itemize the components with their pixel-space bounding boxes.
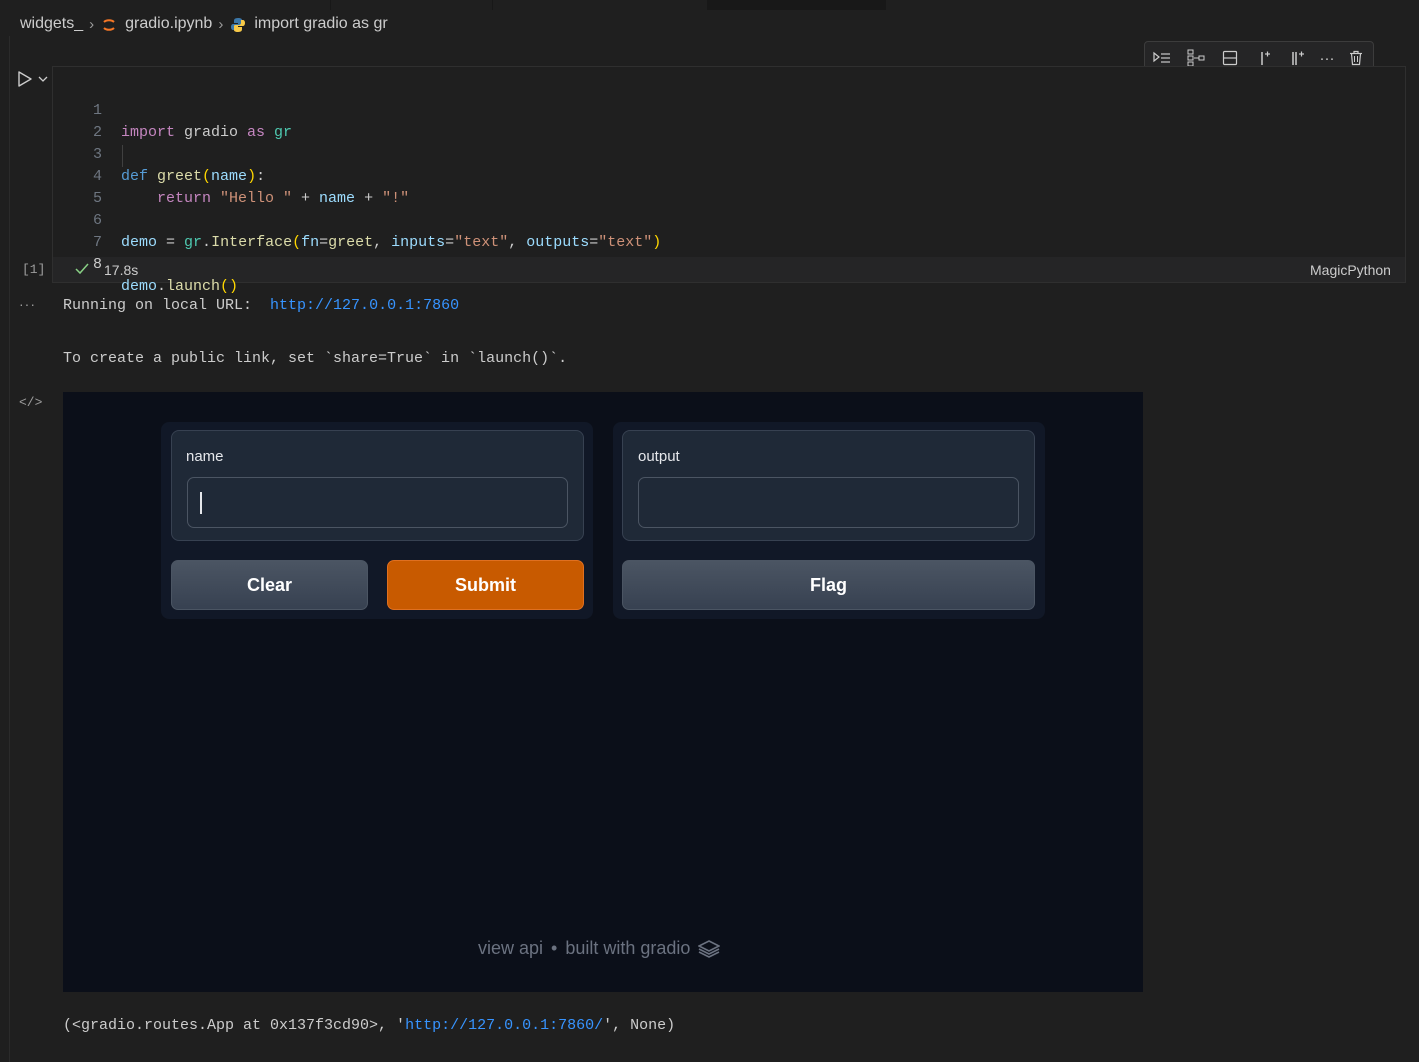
trash-icon[interactable] xyxy=(1346,48,1366,68)
breadcrumb: widgets_ › gradio.ipynb › import gradio … xyxy=(20,13,388,35)
name-label: name xyxy=(186,448,224,465)
check-icon xyxy=(74,262,90,276)
code-line: 5 xyxy=(53,166,1405,207)
breadcrumb-file[interactable]: gradio.ipynb xyxy=(125,15,212,33)
code-editor[interactable]: 1 import gradio as gr 2 3 def greet(name… xyxy=(53,67,1405,295)
code-line: 7 xyxy=(53,210,1405,251)
gradio-footer: view api • built with gradio xyxy=(478,938,722,959)
output-text-prefix: Running on local URL: xyxy=(63,297,271,314)
execute-above-icon[interactable] xyxy=(1152,48,1172,68)
breadcrumb-symbol[interactable]: import gradio as gr xyxy=(254,15,387,33)
code-token: demo xyxy=(121,278,158,295)
tab[interactable] xyxy=(331,0,492,10)
tab[interactable] xyxy=(886,0,1419,10)
jupyter-icon xyxy=(101,17,117,33)
gradio-app: name output Clear Submit Flag view api •… xyxy=(63,392,1143,992)
insert-cell-above-icon[interactable] xyxy=(1255,48,1275,68)
output-text: Running on local URL: http://127.0.0.1:7… xyxy=(63,297,459,314)
run-cell-icon[interactable] xyxy=(16,70,34,88)
code-line: 4 return "Hello " + name + "!" xyxy=(53,144,1405,207)
code-line: 3 def greet(name): xyxy=(53,122,1405,185)
execution-count: [1] xyxy=(22,262,46,277)
code-line: 8 demo.launch() xyxy=(53,232,1405,295)
output-text-prefix: (<gradio.routes.App at 0x137f3cd90>, ' xyxy=(63,1017,406,1034)
flag-button[interactable]: Flag xyxy=(622,560,1035,610)
local-url-link[interactable]: http://127.0.0.1:7860 xyxy=(270,297,459,314)
chevron-right-icon: › xyxy=(89,15,95,33)
code-token: . xyxy=(157,278,167,295)
output-label: output xyxy=(638,448,680,465)
collapse-cell-icon[interactable] xyxy=(1220,48,1240,68)
indent-guide xyxy=(122,145,123,167)
gutter-divider xyxy=(9,36,10,1062)
output-menu-icon[interactable]: ··· xyxy=(19,296,36,312)
built-with-gradio-link[interactable]: built with gradio xyxy=(565,938,690,959)
chevron-right-icon: › xyxy=(218,15,224,33)
view-api-link[interactable]: view api xyxy=(478,938,543,959)
chevron-down-icon[interactable] xyxy=(37,72,49,84)
footer-separator: • xyxy=(551,938,558,958)
insert-cell-below-icon[interactable] xyxy=(1288,48,1308,68)
code-line: 6 demo = gr.Interface(fn=greet, inputs="… xyxy=(53,188,1405,251)
clear-button[interactable]: Clear xyxy=(171,560,368,610)
code-line: 2 xyxy=(53,100,1405,141)
cell-language[interactable]: MagicPython xyxy=(1310,262,1391,278)
submit-button[interactable]: Submit xyxy=(387,560,584,610)
output-text: To create a public link, set `share=True… xyxy=(63,350,568,367)
code-token: launch xyxy=(166,278,221,295)
more-actions-icon[interactable]: ··· xyxy=(1317,48,1337,68)
output-field[interactable] xyxy=(638,477,1019,528)
python-icon xyxy=(230,17,246,33)
app-url-link[interactable]: http://127.0.0.1:7860/ xyxy=(405,1017,603,1034)
code-line: 1 import gradio as gr xyxy=(53,78,1405,141)
text-cursor xyxy=(200,492,202,514)
breadcrumb-folder[interactable]: widgets_ xyxy=(20,15,83,33)
tab[interactable] xyxy=(0,0,330,10)
execution-duration: 17.8s xyxy=(104,262,139,278)
split-cell-icon[interactable] xyxy=(1186,48,1206,68)
code-icon[interactable]: </> xyxy=(19,395,42,410)
tab[interactable] xyxy=(493,0,707,10)
name-input[interactable] xyxy=(187,477,568,528)
code-token: () xyxy=(220,278,239,295)
output-text: (<gradio.routes.App at 0x137f3cd90>, 'ht… xyxy=(63,1017,675,1034)
tab-strip xyxy=(0,0,1419,10)
gradio-logo-icon xyxy=(697,939,722,958)
output-text-suffix: ', None) xyxy=(603,1017,676,1034)
